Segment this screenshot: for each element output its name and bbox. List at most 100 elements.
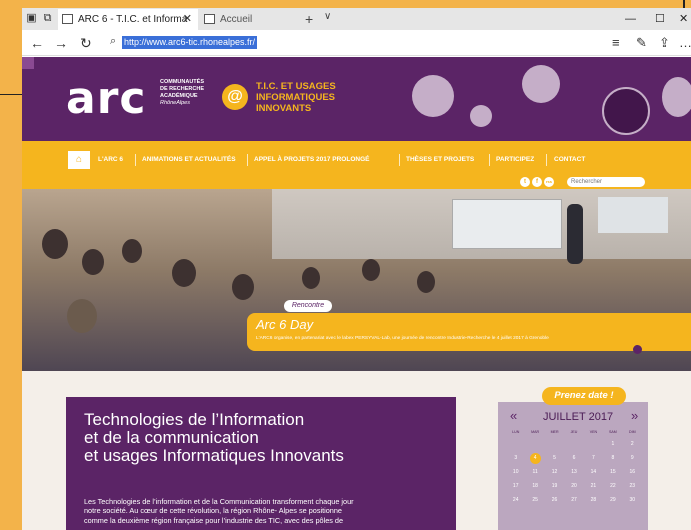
close-icon[interactable]: ✕ — [183, 9, 192, 30]
calendar-day[interactable]: 2 — [623, 439, 642, 450]
home-icon[interactable]: ⌂ — [68, 151, 90, 169]
site-tagline: T.I.C. ET USAGES INFORMATIQUES INNOVANTS — [256, 81, 336, 114]
calendar-day[interactable]: 4 — [529, 453, 541, 464]
search-input[interactable]: Rechercher — [567, 177, 645, 187]
audience-person — [172, 259, 196, 287]
intro-box: Technologies de l’Information et de la c… — [66, 397, 456, 530]
calendar-day[interactable]: 21 — [584, 481, 603, 492]
calendar-day-header: LUN — [512, 430, 520, 434]
calendar-next-icon[interactable]: » — [631, 409, 638, 423]
calendar-day[interactable]: 16 — [623, 467, 642, 478]
calendar-day[interactable]: 14 — [584, 467, 603, 478]
share-icon[interactable]: ⇪ — [659, 34, 670, 52]
calendar-day[interactable]: 17 — [506, 481, 525, 492]
audience-person — [42, 229, 68, 259]
speaker-person — [567, 204, 583, 264]
event-title[interactable]: Arc 6 Day — [256, 317, 313, 332]
calendar-day[interactable]: 27 — [564, 495, 583, 506]
logo-sub-line: RhôneAlpes — [160, 100, 190, 106]
calendar-day[interactable]: 15 — [603, 467, 622, 478]
calendar-day-header: JEU — [570, 430, 578, 434]
new-tab-icon[interactable]: + — [305, 9, 313, 29]
url-field[interactable]: ⌕ http://www.arc6-tic.rhonealpes.fr/ — [108, 34, 588, 52]
chevron-down-icon[interactable]: ∨ — [324, 11, 331, 22]
main-nav: ⌂ L'ARC 6 ANIMATIONS ET ACTUALITÉS APPEL… — [22, 141, 691, 189]
audience-person — [122, 239, 142, 263]
decorative-bubble — [522, 65, 560, 103]
close-window-icon[interactable]: ✕ — [679, 10, 688, 28]
audience-person — [302, 267, 320, 289]
calendar-day-header: MER — [550, 430, 559, 434]
content-section: Technologies de l’Information et de la c… — [22, 371, 691, 530]
hub-icon[interactable]: ≡ — [612, 34, 620, 52]
web-note-icon[interactable]: ✎ — [636, 34, 647, 52]
decorative-bubble — [662, 77, 691, 117]
calendar-day[interactable]: 9 — [623, 453, 642, 464]
forward-icon[interactable]: → — [54, 34, 68, 52]
minimize-icon[interactable]: — — [625, 10, 636, 28]
calendar-day[interactable]: 18 — [525, 481, 544, 492]
nav-item-theses[interactable]: THÈSES ET PROJETS — [406, 155, 474, 165]
nav-item-appel[interactable]: APPEL À PROJETS 2017 PROLONGÉ — [254, 155, 369, 165]
logo-sub-line: DE RECHERCHE — [160, 86, 205, 92]
more-icon[interactable]: … — [679, 34, 691, 52]
calendar-grid: LUN MAR MER JEU VEN SAM DIM 1 2 3 4 5 6 7 8 9 10 11 12 13 14… — [506, 428, 642, 506]
nav-item-contact[interactable]: CONTACT — [554, 155, 585, 165]
rss-icon[interactable]: rss — [544, 177, 554, 187]
browser-window: ▣ ⧉ ARC 6 - T.I.C. et Informa ✕ Accueil … — [22, 8, 691, 530]
calendar-day[interactable]: 26 — [545, 495, 564, 506]
tab-arc6[interactable]: ARC 6 - T.I.C. et Informa ✕ — [58, 9, 198, 30]
calendar-day[interactable]: 6 — [564, 453, 583, 464]
calendar-day[interactable]: 20 — [564, 481, 583, 492]
nav-item-animations[interactable]: ANIMATIONS ET ACTUALITÉS — [142, 155, 236, 165]
calendar-day[interactable]: 29 — [603, 495, 622, 506]
calendar-day[interactable]: 24 — [506, 495, 525, 506]
audience-person — [82, 249, 104, 275]
nav-separator — [135, 154, 136, 166]
desktop-background-top — [0, 0, 691, 8]
calendar-day[interactable]: 23 — [623, 481, 642, 492]
set-aside-tabs-icon[interactable]: ⧉ — [41, 12, 54, 24]
tab-accueil[interactable]: Accueil — [200, 9, 298, 30]
refresh-icon[interactable]: ↻ — [80, 34, 92, 52]
nav-item-participez[interactable]: PARTICIPEZ — [496, 155, 534, 165]
calendar-day[interactable]: 13 — [564, 467, 583, 478]
audience-person — [417, 271, 435, 293]
calendar-day[interactable]: 30 — [623, 495, 642, 506]
address-bar: ← → ↻ ⌕ http://www.arc6-tic.rhonealpes.f… — [22, 30, 691, 56]
calendar-day[interactable]: 1 — [603, 439, 622, 450]
calendar-day[interactable]: 7 — [584, 453, 603, 464]
twitter-icon[interactable]: t — [520, 177, 530, 187]
calendar-day[interactable]: 10 — [506, 467, 525, 478]
hero-banner[interactable]: Rencontre Arc 6 Day L'ARC6 organise, en … — [22, 189, 691, 371]
intro-title-line: Technologies de l’Information — [84, 410, 305, 429]
calendar-day[interactable]: 5 — [545, 453, 564, 464]
calendar-empty-cell — [506, 439, 525, 450]
maximize-icon[interactable]: ☐ — [655, 10, 665, 28]
calendar-day[interactable]: 22 — [603, 481, 622, 492]
tagline-line: T.I.C. ET USAGES — [256, 81, 336, 92]
prenez-date-badge: Prenez date ! — [542, 387, 626, 405]
at-icon: @ — [222, 84, 248, 110]
calendar-day[interactable]: 11 — [525, 467, 544, 478]
tab-preview-icon[interactable]: ▣ — [25, 12, 38, 24]
calendar-day[interactable]: 25 — [525, 495, 544, 506]
intro-title: Technologies de l’Information et de la c… — [84, 411, 444, 465]
calendar-day[interactable]: 28 — [584, 495, 603, 506]
calendar-day-header: DIM — [628, 430, 636, 434]
calendar-day[interactable]: 3 — [506, 453, 525, 464]
site-logo[interactable]: arc — [66, 77, 146, 121]
slider-dot[interactable] — [633, 345, 642, 354]
back-icon[interactable]: ← — [30, 34, 44, 52]
tab-bar: ▣ ⧉ ARC 6 - T.I.C. et Informa ✕ Accueil … — [22, 8, 691, 30]
nav-item-arc6[interactable]: L'ARC 6 — [98, 155, 123, 165]
audience-person — [67, 299, 97, 333]
calendar-day[interactable]: 12 — [545, 467, 564, 478]
calendar-day[interactable]: 8 — [603, 453, 622, 464]
url-text[interactable]: http://www.arc6-tic.rhonealpes.fr/ — [122, 36, 258, 49]
facebook-icon[interactable]: f — [532, 177, 542, 187]
calendar-empty-cell — [584, 439, 603, 450]
tagline-line: INFORMATIQUES — [256, 92, 335, 103]
calendar-day[interactable]: 19 — [545, 481, 564, 492]
calendar-prev-icon[interactable]: « — [510, 409, 517, 423]
